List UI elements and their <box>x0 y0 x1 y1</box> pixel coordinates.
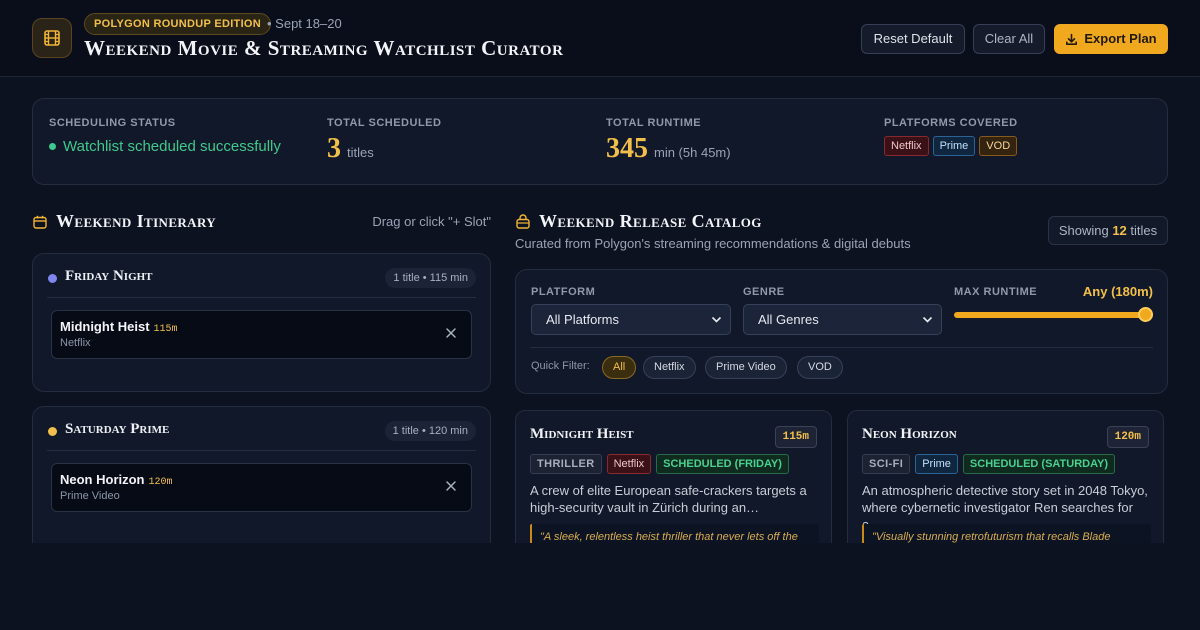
day-card-saturday: Saturday Prime 1 title • 120 min Neon Ho… <box>32 406 491 566</box>
ticket-bag-icon <box>516 214 530 229</box>
platform-tag-vod: VOD <box>979 136 1018 156</box>
slot-platform: Prime Video <box>60 490 120 502</box>
divider <box>530 347 1153 348</box>
total-scheduled: TOTAL SCHEDULED 3 titles <box>327 117 441 165</box>
movie-title: Neon Horizon <box>862 426 957 442</box>
export-plan-button[interactable]: Export Plan <box>1054 24 1168 54</box>
scheduling-status-label: SCHEDULING STATUS <box>49 117 176 129</box>
platforms-covered-label: PLATFORMS COVERED <box>884 117 1018 129</box>
total-scheduled-value: 3 <box>327 133 341 164</box>
total-runtime-unit: min (5h 45m) <box>654 145 731 160</box>
download-icon <box>1066 33 1078 45</box>
total-scheduled-label: TOTAL SCHEDULED <box>327 117 442 129</box>
clear-all-button[interactable]: Clear All <box>973 24 1045 54</box>
remove-slot-close-icon[interactable] <box>445 479 457 493</box>
platform-tag: Netflix <box>606 454 652 474</box>
status-summary-card: SCHEDULING STATUS Watchlist scheduled su… <box>32 98 1168 185</box>
film-icon <box>32 18 72 58</box>
slot-platform: Netflix <box>60 337 91 349</box>
page-title: Weekend Movie & Streaming Watchlist Cura… <box>84 36 564 60</box>
day-count-badge: 1 title • 120 min <box>384 421 476 441</box>
viewport-cutoff <box>0 543 1200 630</box>
divider <box>47 297 476 298</box>
slot-title: Neon Horizon <box>60 472 145 487</box>
platform-select[interactable]: All Platforms <box>531 304 731 335</box>
genre-filter-label: GENRE <box>743 286 785 298</box>
platform-tag: Prime <box>915 454 958 474</box>
scheduled-slot[interactable]: Midnight Heist 115m Netflix <box>51 310 472 359</box>
itinerary-title: Weekend Itinerary <box>56 211 217 231</box>
genre-select-value: All Genres <box>758 312 819 327</box>
total-runtime: TOTAL RUNTIME 345 min (5h 45m) <box>606 117 731 165</box>
total-scheduled-unit: titles <box>347 145 374 160</box>
movie-runtime-badge: 115m <box>774 426 817 448</box>
platform-select-value: All Platforms <box>546 312 619 327</box>
max-runtime-label: MAX RUNTIME <box>954 286 1038 298</box>
quick-filter-prime-video[interactable]: Prime Video <box>705 356 787 379</box>
chevron-down-icon <box>711 316 722 323</box>
day-card-friday: Friday Night 1 title • 115 min Midnight … <box>32 253 491 392</box>
success-dot-icon <box>49 143 56 150</box>
genre-tag: SCI-FI <box>862 454 911 474</box>
max-runtime-value: Any (180m) <box>1082 284 1153 299</box>
total-runtime-label: TOTAL RUNTIME <box>606 117 702 129</box>
day-title: Friday Night <box>65 268 153 284</box>
quick-filter-all[interactable]: All <box>602 356 637 379</box>
remove-slot-close-icon[interactable] <box>445 326 457 340</box>
quick-filter-vod[interactable]: VOD <box>797 356 843 379</box>
itinerary-hint: Drag or click "+ Slot" <box>372 214 491 229</box>
movie-description: A crew of elite European safe-crackers t… <box>530 483 807 515</box>
platform-tag-netflix: Netflix <box>884 136 929 156</box>
day-color-dot <box>48 274 57 283</box>
total-runtime-value: 345 <box>606 133 648 164</box>
showing-suffix: titles <box>1130 223 1158 238</box>
movie-runtime-badge: 120m <box>1106 426 1149 448</box>
divider <box>47 450 476 451</box>
weekend-dates: • Sept 18–20 <box>267 16 342 31</box>
filter-panel: PLATFORM All Platforms GENRE All Genres … <box>515 269 1168 394</box>
platform-tag-prime: Prime <box>932 136 976 156</box>
genre-tag: THRILLER <box>530 454 602 474</box>
scheduled-status-tag: SCHEDULED (SATURDAY) <box>962 454 1116 474</box>
runtime-slider-thumb[interactable] <box>1138 307 1153 322</box>
export-plan-label: Export Plan <box>1084 31 1157 46</box>
quick-filter-netflix[interactable]: Netflix <box>643 356 696 379</box>
showing-count-badge: Showing 12 titles <box>1048 216 1168 245</box>
day-count-badge: 1 title • 115 min <box>385 268 476 288</box>
scheduled-slot[interactable]: Neon Horizon 120m Prime Video <box>51 463 472 512</box>
slot-title: Midnight Heist <box>60 319 150 334</box>
catalog-title: Weekend Release Catalog <box>539 211 762 231</box>
scheduling-status: SCHEDULING STATUS Watchlist scheduled su… <box>49 117 281 155</box>
platform-filter-label: PLATFORM <box>531 286 596 298</box>
runtime-slider-track[interactable] <box>954 312 1153 318</box>
reset-default-button[interactable]: Reset Default <box>861 24 965 54</box>
genre-select[interactable]: All Genres <box>743 304 942 335</box>
platforms-covered: PLATFORMS COVERED Netflix Prime VOD <box>884 117 1018 156</box>
app-header: POLYGON ROUNDUP EDITION • Sept 18–20 Wee… <box>0 0 1200 77</box>
showing-count: 12 <box>1112 223 1127 238</box>
edition-badge: POLYGON ROUNDUP EDITION <box>84 13 272 35</box>
slot-runtime: 120m <box>148 477 173 488</box>
scheduling-status-value: Watchlist scheduled successfully <box>63 138 281 155</box>
movie-title: Midnight Heist <box>530 426 634 442</box>
chevron-down-icon <box>922 316 933 323</box>
catalog-subtitle: Curated from Polygon's streaming recomme… <box>515 236 911 251</box>
quick-filter-label: Quick Filter: <box>531 360 590 372</box>
scheduled-status-tag: SCHEDULED (FRIDAY) <box>656 454 789 474</box>
calendar-icon <box>33 215 47 229</box>
day-color-dot <box>48 427 57 436</box>
slot-runtime: 115m <box>153 324 178 335</box>
showing-prefix: Showing <box>1058 223 1109 238</box>
day-title: Saturday Prime <box>65 421 170 437</box>
